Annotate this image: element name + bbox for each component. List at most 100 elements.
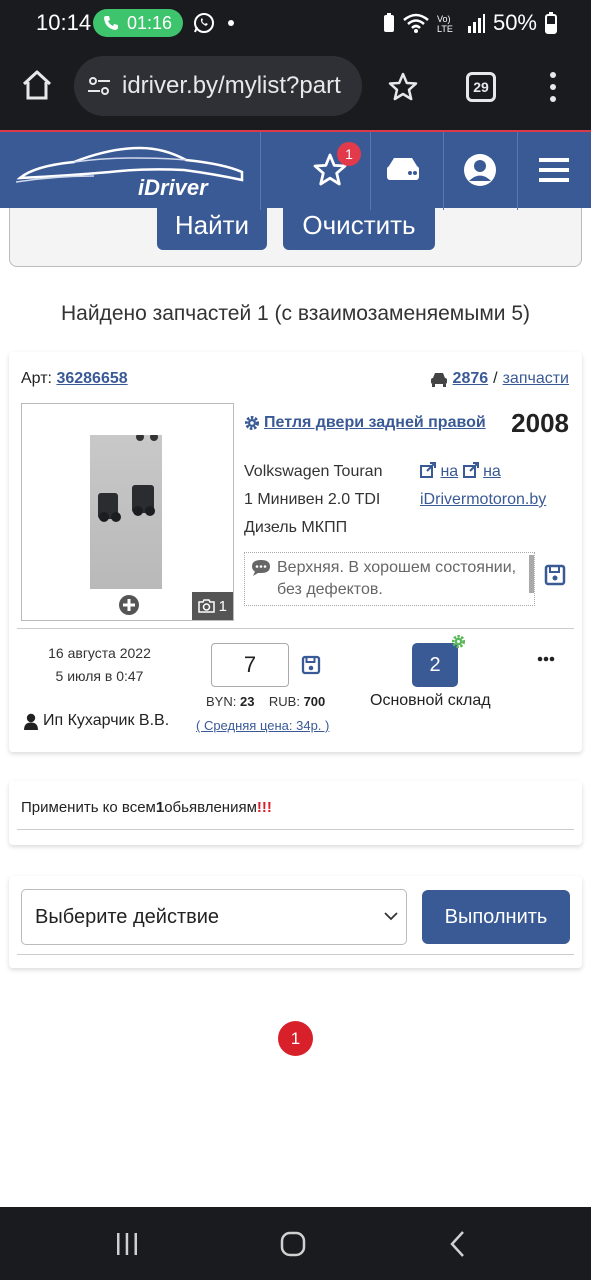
web-page: Найти Очистить iDriver 1 Найдено запчаст… (0, 130, 591, 1207)
whatsapp-icon (194, 13, 214, 33)
save-quantity-icon[interactable] (301, 655, 321, 675)
action-divider (17, 954, 574, 955)
volte-icon: Vo)LTE (437, 14, 453, 34)
action-select[interactable]: Выберите действие (21, 889, 407, 945)
article-label: Арт: (21, 370, 52, 387)
hinge-photo-drawing (98, 433, 158, 522)
external-link-1[interactable]: на (440, 463, 458, 480)
call-timer: 01:16 (127, 12, 173, 33)
header-divider (370, 132, 371, 210)
user-icon (24, 713, 38, 730)
results-count-text: Найдено запчастей 1 (с взаимозаменяемыми… (60, 302, 530, 325)
comment-icon (252, 560, 270, 576)
site-settings-icon[interactable] (86, 73, 112, 99)
comment-scrollbar[interactable] (529, 555, 534, 593)
external-links: на на iDrivermotoron.by (420, 458, 546, 514)
garage-icon[interactable] (385, 152, 421, 188)
car-ref-separator: / (493, 370, 498, 387)
notification-dot (228, 20, 234, 26)
status-bar: 10:14 01:16 Vo) LTE 50% (0, 0, 591, 46)
part-card: Арт: 36286658 2876 / запчасти 1 Петля дв… (9, 352, 582, 752)
car-icon (430, 373, 447, 387)
pagination-current-page[interactable]: 1 (278, 1021, 313, 1056)
battery-saver-icon (383, 13, 394, 32)
quantity-input[interactable]: 7 (211, 643, 289, 687)
home-icon[interactable] (20, 68, 54, 102)
address-bar[interactable]: idriver.by/mylist?part (74, 56, 362, 116)
external-link-icon (462, 462, 479, 478)
store-link[interactable]: iDrivermotoron.by (420, 486, 546, 514)
part-photo-box[interactable]: 1 (21, 403, 234, 621)
battery-icon (545, 12, 557, 34)
save-comment-icon[interactable] (544, 564, 566, 586)
average-price-link[interactable]: ( Средняя цена: 34р. ) (196, 718, 329, 733)
parts-link[interactable]: запчасти (503, 370, 569, 388)
logo-text: iDriver (138, 175, 209, 200)
comment-text: Верхняя. В хорошем состоянии, без дефект… (277, 559, 517, 598)
comment-field[interactable]: Верхняя. В хорошем состоянии, без дефект… (244, 552, 535, 606)
article-row: Арт: 36286658 (21, 370, 128, 388)
apply-count: 1 (155, 799, 165, 816)
signal-icon (467, 14, 485, 33)
card-divider (17, 628, 574, 629)
apply-text-after: обьявлениям (164, 799, 257, 816)
home-nav-icon[interactable] (278, 1229, 308, 1259)
apply-divider (17, 829, 574, 830)
status-time: 10:14 (36, 10, 92, 35)
site-header: iDriver 1 (0, 130, 591, 210)
seller-name: Ип Кухарчик В.В. (43, 712, 170, 729)
add-photo-icon[interactable] (118, 594, 140, 616)
car-id-link[interactable]: 2876 (453, 370, 489, 388)
byn-label: BYN: (206, 694, 237, 709)
recent-apps-icon[interactable] (112, 1229, 142, 1259)
stock-name: Основной склад (370, 692, 491, 709)
battery-percent: 50% (492, 10, 537, 35)
car-engine: Дизель МКПП (244, 519, 348, 536)
stock-settings-icon[interactable] (451, 634, 466, 649)
photo-count-badge[interactable]: 1 (191, 592, 233, 620)
car-model: Volkswagen Touran (244, 463, 383, 480)
article-number-link[interactable]: 36286658 (56, 370, 127, 387)
header-divider (260, 132, 261, 210)
chevron-down-icon (384, 912, 398, 921)
part-photo[interactable] (90, 433, 162, 589)
status-right: Vo) LTE 50% (383, 10, 557, 36)
bookmark-star-icon[interactable] (388, 72, 418, 102)
browser-toolbar: idriver.by/mylist?part 29 (0, 46, 591, 130)
prices: BYN: 23 RUB: 700 (206, 694, 325, 709)
gear-icon (245, 416, 259, 430)
action-panel: Выберите действие Выполнить (9, 876, 582, 968)
apply-text-before: Применить ко всем (21, 799, 156, 816)
more-options-icon[interactable] (537, 656, 555, 662)
part-year: 2008 (511, 408, 569, 438)
car-body: 1 Минивен 2.0 TDI (244, 491, 381, 508)
apply-all-panel: Применить ко всем1обьявлениям!!! (9, 781, 582, 845)
car-reference: 2876 / запчасти (430, 370, 569, 388)
hamburger-menu-icon[interactable] (536, 152, 572, 188)
idriver-logo[interactable]: iDriver (14, 142, 248, 200)
rub-value: 700 (303, 694, 326, 709)
back-icon[interactable] (444, 1229, 474, 1259)
date-updated: 5 июля в 0:47 (55, 668, 144, 684)
stock-button[interactable]: 2 (412, 643, 458, 687)
byn-value: 23 (239, 694, 255, 709)
tab-switcher-button[interactable]: 29 (466, 72, 496, 102)
part-title[interactable]: Петля двери задней правой (244, 414, 486, 432)
system-nav-bar (0, 1207, 591, 1280)
ongoing-call-pill[interactable]: 01:16 (93, 9, 183, 37)
svg-text:Vo): Vo) (437, 14, 451, 24)
execute-button[interactable]: Выполнить (422, 890, 570, 944)
camera-icon (197, 599, 215, 613)
svg-text:LTE: LTE (437, 24, 453, 34)
user-profile-icon[interactable] (462, 152, 498, 188)
photo-count: 1 (218, 597, 227, 615)
header-divider (517, 132, 518, 210)
action-select-value: Выберите действие (35, 905, 220, 928)
header-divider (443, 132, 444, 210)
external-link-2[interactable]: на (483, 463, 501, 480)
date-added: 16 августа 2022 (48, 645, 151, 661)
browser-menu-icon[interactable] (543, 70, 563, 104)
dates: 16 августа 2022 5 июля в 0:47 (21, 642, 178, 688)
car-info: Volkswagen Touran 1 Минивен 2.0 TDI Дизе… (244, 458, 382, 542)
part-title-link[interactable]: Петля двери задней правой (264, 414, 486, 432)
